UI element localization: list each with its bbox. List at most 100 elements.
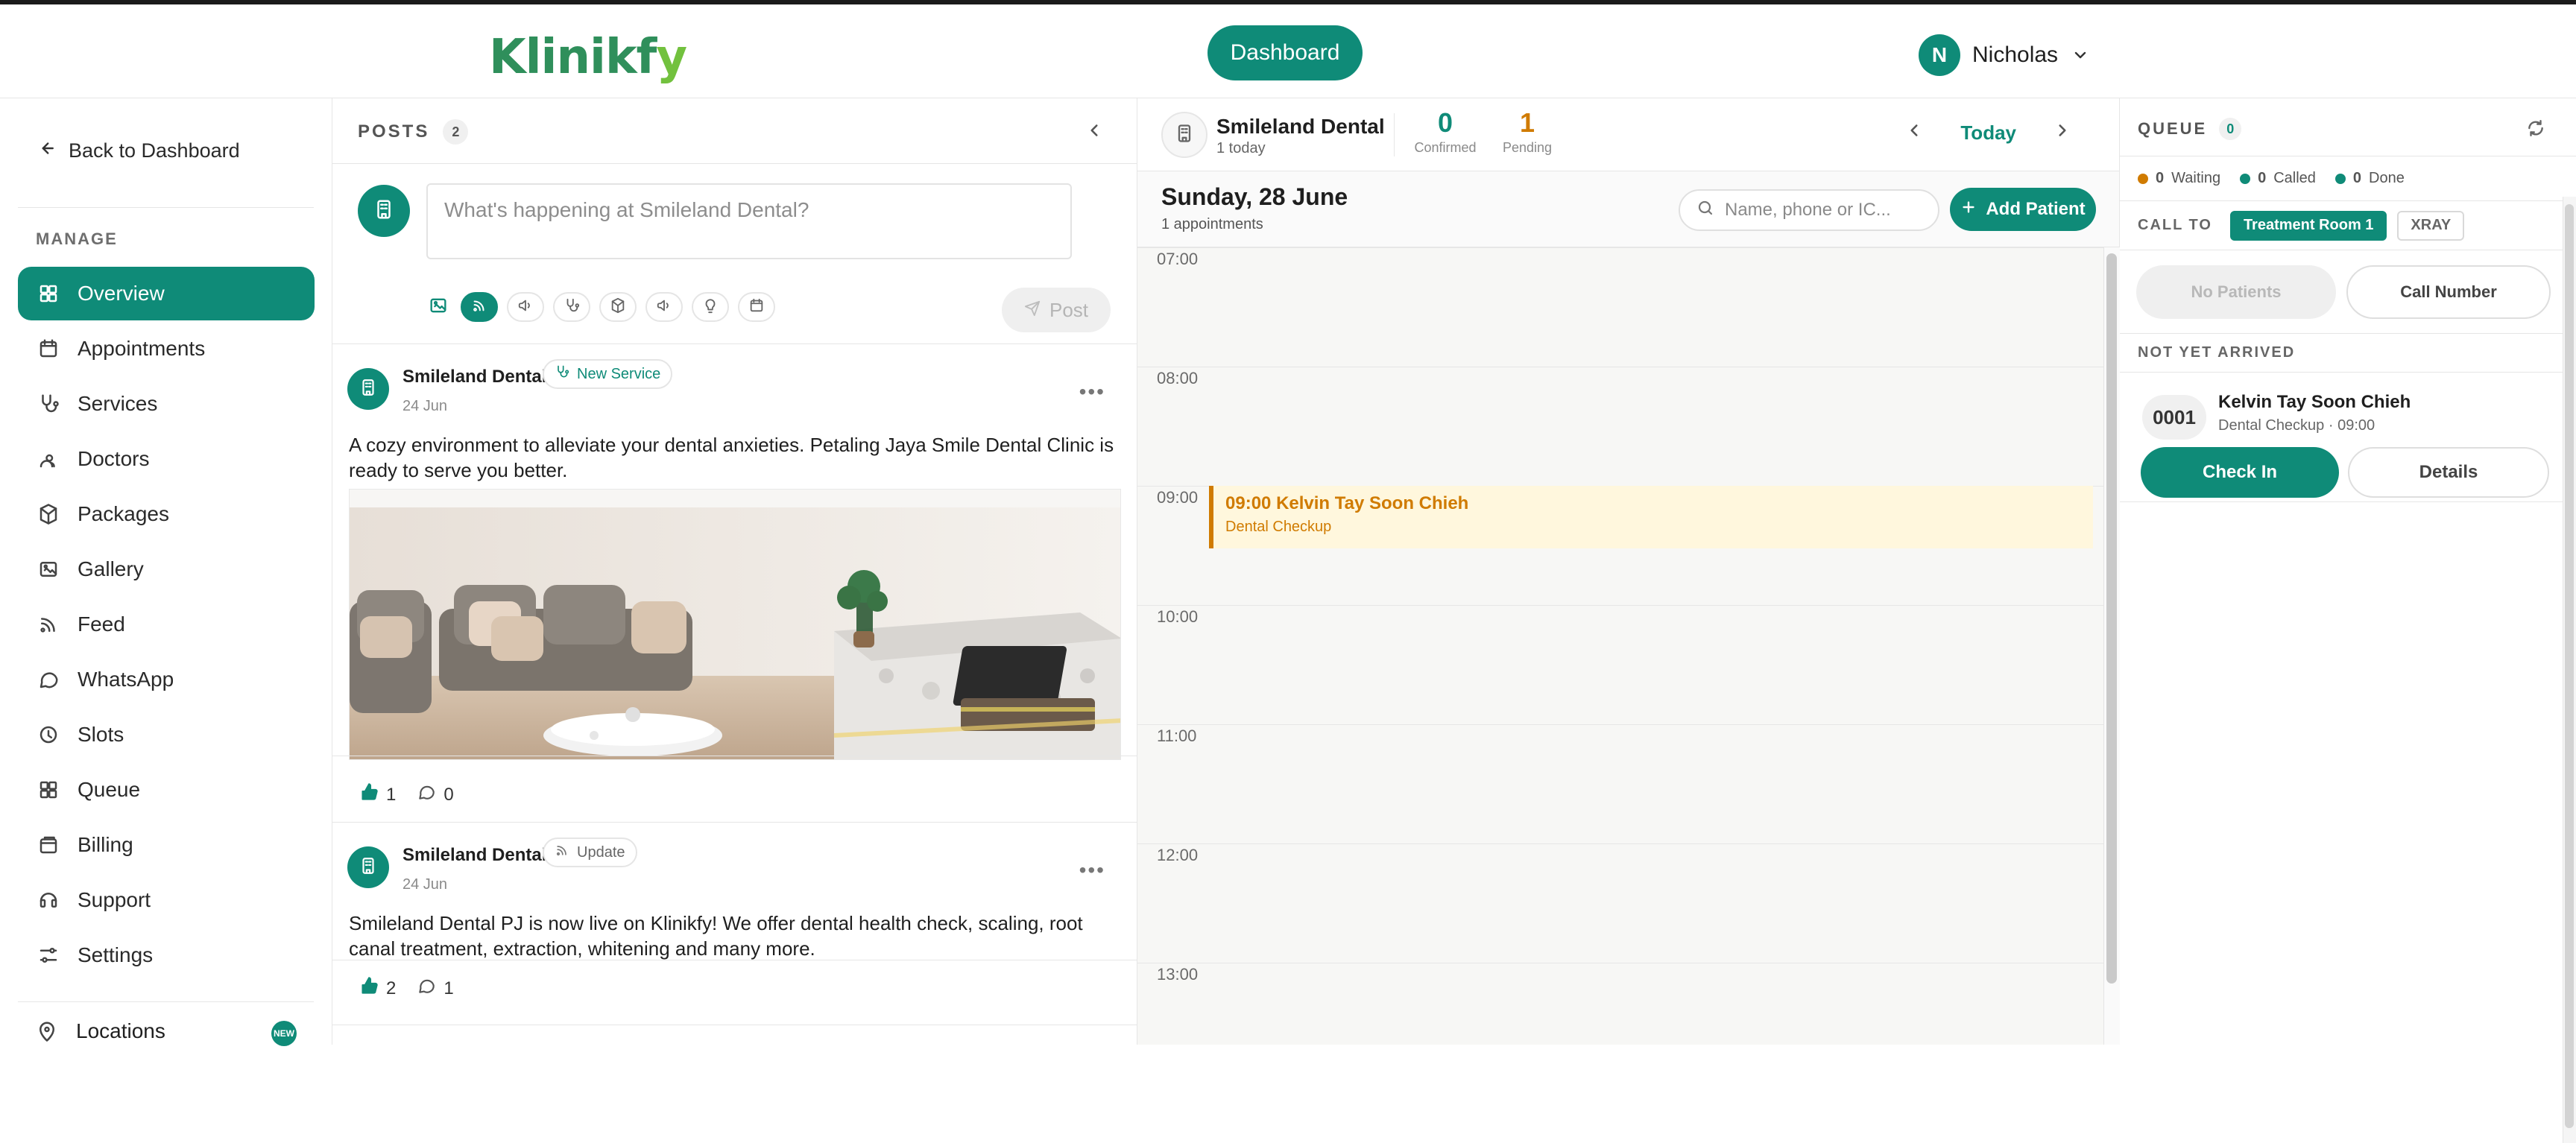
image-icon xyxy=(37,558,60,580)
waiting-label: Waiting xyxy=(2171,170,2221,186)
timeline-scroll-thumb[interactable] xyxy=(2106,253,2117,984)
like-button[interactable]: 2 xyxy=(359,976,396,1001)
refresh-queue-button[interactable] xyxy=(2521,115,2551,145)
sidebar-item-feed[interactable]: Feed xyxy=(18,598,315,651)
grid-icon xyxy=(37,779,60,801)
day-timeline[interactable]: 07:00 08:00 09:00 10:00 11:00 12:00 13:0… xyxy=(1137,247,2120,1045)
klinikfy-logo[interactable]: Klinikfy xyxy=(489,30,687,85)
pending-count: 1 xyxy=(1519,107,1535,138)
room-treatment-room-1[interactable]: Treatment Room 1 xyxy=(2229,210,2387,241)
confirmed-count: 0 xyxy=(1437,107,1453,138)
sidebar-item-services[interactable]: Services xyxy=(18,377,315,431)
add-patient-button[interactable]: Add Patient xyxy=(1950,188,2096,231)
post-composer: What's happening at Smileland Dental? Po… xyxy=(332,164,1137,344)
comment-button[interactable]: 1 xyxy=(417,976,454,1001)
no-patients-button[interactable]: No Patients xyxy=(2136,265,2336,319)
post-type-package[interactable] xyxy=(599,292,637,322)
post-button[interactable]: Post xyxy=(1002,288,1111,332)
details-button[interactable]: Details xyxy=(2348,447,2549,498)
waiting-count: 0 xyxy=(2156,170,2165,186)
dashboard-button[interactable]: Dashboard xyxy=(1208,25,1363,80)
page-scrollbar[interactable] xyxy=(2563,197,2576,1143)
search-icon xyxy=(1696,199,1714,222)
done-dot xyxy=(2334,173,2346,184)
clinic-icon xyxy=(1161,112,1208,158)
chevron-left-icon xyxy=(1904,121,1924,145)
post-type-tip[interactable] xyxy=(692,292,729,322)
post-type-service[interactable] xyxy=(553,292,590,322)
room-xray[interactable]: XRAY xyxy=(2397,210,2465,241)
time-slot: 10:00 xyxy=(1137,605,2103,724)
post-type-update[interactable] xyxy=(461,292,498,322)
sidebar-item-label: Feed xyxy=(78,612,125,636)
confirmed-stat: 0 Confirmed xyxy=(1404,107,1486,156)
post-tag-label: New Service xyxy=(577,365,661,382)
sidebar-item-queue[interactable]: Queue xyxy=(18,763,315,817)
like-button[interactable]: 1 xyxy=(359,782,396,807)
message-icon xyxy=(37,668,60,691)
add-image-button[interactable] xyxy=(425,294,452,320)
sidebar-item-appointments[interactable]: Appointments xyxy=(18,322,315,376)
queue-count: 0 xyxy=(2226,121,2235,136)
chevron-left-icon xyxy=(1085,121,1104,144)
sidebar-item-whatsapp[interactable]: WhatsApp xyxy=(18,653,315,706)
post-menu-button[interactable]: ••• xyxy=(1079,858,1105,882)
sidebar-item-packages[interactable]: Packages xyxy=(18,487,315,541)
likes-count: 2 xyxy=(386,978,397,998)
timeline-scrollbar[interactable] xyxy=(2103,247,2120,1045)
time-label: 13:00 xyxy=(1157,965,1199,984)
no-patients-label: No Patients xyxy=(2191,282,2282,301)
sidebar-item-gallery[interactable]: Gallery xyxy=(18,542,315,596)
collapse-posts-button[interactable] xyxy=(1083,121,1105,143)
sidebar-item-label: Support xyxy=(78,888,151,911)
post-tag: Update xyxy=(543,838,637,867)
call-number-button[interactable]: Call Number xyxy=(2346,265,2551,319)
time-label: 11:00 xyxy=(1157,726,1197,745)
post-type-announcement[interactable] xyxy=(507,292,544,322)
sidebar-item-overview[interactable]: Overview xyxy=(18,267,315,320)
comment-button[interactable]: 0 xyxy=(417,782,454,807)
post-tag: New Service xyxy=(543,359,673,389)
queue-panel: QUEUE 0 0 Waiting 0 Called 0 Done CALL T… xyxy=(2120,98,2576,1045)
building-icon xyxy=(373,198,395,224)
previous-day-button[interactable] xyxy=(1899,118,1929,148)
sidebar-item-doctors[interactable]: Doctors xyxy=(18,432,315,486)
queue-patient-sub: Dental Checkup · 09:00 xyxy=(2218,417,2375,434)
appointment-service: Dental Checkup xyxy=(1225,519,1332,535)
user-menu[interactable]: N Nicholas xyxy=(1919,33,2091,77)
call-number-label: Call Number xyxy=(2400,282,2497,301)
comment-icon xyxy=(417,976,436,1001)
patient-search-input[interactable]: Name, phone or IC... xyxy=(1679,189,1939,231)
post-type-promo[interactable] xyxy=(645,292,683,322)
post-text: A cozy environment to alleviate your den… xyxy=(349,434,1114,481)
likes-count: 1 xyxy=(386,784,397,805)
time-slot: 13:00 xyxy=(1137,963,2103,1082)
queue-patient-card: 0001 Kelvin Tay Soon Chieh Dental Checku… xyxy=(2120,373,2576,502)
post-author: Smileland Dental xyxy=(402,367,547,387)
not-yet-arrived-label: NOT YET ARRIVED xyxy=(2138,344,2296,361)
sidebar-item-billing[interactable]: Billing xyxy=(18,818,315,872)
today-button[interactable]: Today xyxy=(1960,121,2016,145)
check-in-button[interactable]: Check In xyxy=(2141,447,2339,498)
package-icon xyxy=(610,297,626,317)
back-to-dashboard-label: Back to Dashboard xyxy=(69,139,240,162)
post-date: 24 Jun xyxy=(402,398,448,414)
sidebar-item-label: Appointments xyxy=(78,337,206,360)
back-to-dashboard-link[interactable]: Back to Dashboard xyxy=(36,139,240,163)
sidebar-item-locations[interactable]: Locations xyxy=(36,1019,165,1043)
sidebar-item-settings[interactable]: Settings xyxy=(18,928,315,982)
post-composer-input[interactable]: What's happening at Smileland Dental? xyxy=(426,183,1072,259)
time-label: 10:00 xyxy=(1157,607,1199,626)
sidebar-item-label: Queue xyxy=(78,778,141,801)
sidebar-item-slots[interactable]: Slots xyxy=(18,708,315,762)
sidebar-item-label: WhatsApp xyxy=(78,668,174,691)
page-scroll-thumb[interactable] xyxy=(2565,204,2574,1128)
post-menu-button[interactable]: ••• xyxy=(1079,380,1105,404)
post-type-event[interactable] xyxy=(738,292,775,322)
sidebar-nav: Overview Appointments Services Doctors P… xyxy=(18,267,315,984)
patient-search-placeholder: Name, phone or IC... xyxy=(1725,200,1891,220)
clinic-today-count: 1 today xyxy=(1216,140,1266,156)
sidebar-item-support[interactable]: Support xyxy=(18,873,315,927)
appointment-block[interactable]: 09:00 Kelvin Tay Soon Chieh Dental Check… xyxy=(1209,486,2093,548)
next-day-button[interactable] xyxy=(2048,118,2077,148)
